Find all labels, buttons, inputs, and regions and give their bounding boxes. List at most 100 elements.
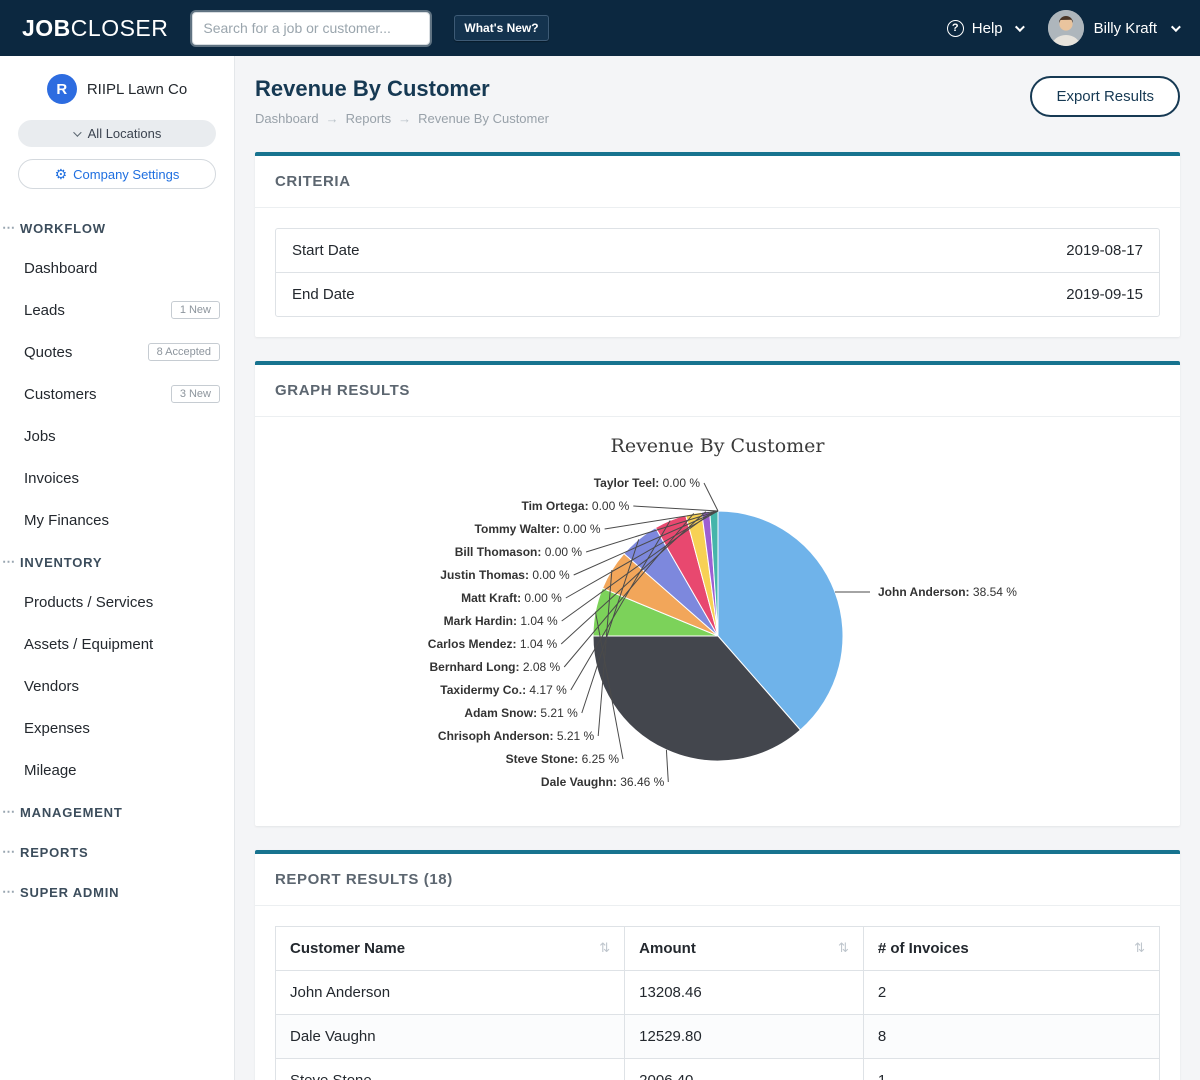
sidebar-item-my-finances[interactable]: My Finances [0, 499, 234, 541]
sidebar-item-label: Dashboard [24, 260, 97, 277]
sidebar-nav: ⋯WORKFLOW Dashboard Leads 1 New Quotes8 Acce… [0, 207, 234, 911]
user-menu[interactable]: Billy Kraft [1048, 10, 1178, 46]
report-heading: REPORT RESULTS (18) [255, 854, 1180, 906]
sort-icon: ⇅ [1134, 940, 1145, 956]
pie-label-steve-stone: Steve Stone: 6.25 % [506, 752, 620, 766]
sidebar-item-badge: 1 New [171, 301, 220, 319]
help-menu[interactable]: ? Help [947, 20, 1022, 37]
location-selector-label: All Locations [88, 126, 162, 141]
sidebar-section-label: REPORTS [20, 845, 88, 860]
graph-heading: GRAPH RESULTS [255, 365, 1180, 417]
table-body: John Anderson13208.462Dale Vaughn12529.8… [276, 971, 1160, 1080]
table-cell: 8 [863, 1015, 1159, 1059]
app-logo-bold: JOB [22, 15, 71, 41]
search-input[interactable] [192, 12, 430, 45]
company-header: R RIIPL Lawn Co [0, 74, 234, 120]
sidebar-section-label: SUPER ADMIN [20, 885, 119, 900]
pie-label-dale-vaughn: Dale Vaughn: 36.46 % [541, 775, 665, 789]
column-header-label: Customer Name [290, 940, 405, 957]
table-row-dale-vaughn[interactable]: Dale Vaughn12529.808 [276, 1015, 1160, 1059]
table-cell: Steve Stone [276, 1059, 625, 1080]
sidebar-item-invoices[interactable]: Invoices [0, 457, 234, 499]
main-content: Revenue By Customer Dashboard→Reports→Re… [235, 56, 1200, 1080]
sidebar-item-label: Mileage [24, 762, 77, 779]
sidebar-section-header: ⋯ REPORTS [0, 831, 234, 871]
avatar-photo [1048, 10, 1084, 46]
app-logo[interactable]: JOBCLOSER [22, 15, 168, 42]
criteria-value: 2019-09-15 [1066, 286, 1143, 303]
sidebar-item-quotes[interactable]: Quotes8 Accepted [0, 331, 234, 373]
sidebar-item-assets-equipment[interactable]: Assets / Equipment [0, 623, 234, 665]
pie-label-tommy-walter: Tommy Walter: 0.00 % [475, 522, 601, 536]
sidebar-section-reports: ⋯ REPORTS [0, 831, 234, 871]
company-name: RIIPL Lawn Co [87, 81, 187, 98]
criteria-label: Start Date [292, 242, 360, 259]
sidebar-item-label: Assets / Equipment [24, 636, 153, 653]
sidebar-item-customers[interactable]: Customers 3 New [0, 373, 234, 415]
sidebar-item-label: Customers [24, 386, 97, 403]
sidebar-section-header: ⋯WORKFLOW [0, 207, 234, 247]
criteria-row-start-date: Start Date2019-08-17 [276, 229, 1159, 272]
sidebar-item-label: Jobs [24, 428, 56, 445]
graph-card: GRAPH RESULTS Revenue By Customer Taylor… [255, 361, 1180, 826]
sidebar-item-label: Products / Services [24, 594, 153, 611]
sidebar-item-products-services[interactable]: Products / Services [0, 581, 234, 623]
sidebar-item-label: Invoices [24, 470, 79, 487]
column-header-amount[interactable]: Amount⇅ [625, 927, 864, 971]
sidebar-item-badge: 3 New [171, 385, 220, 403]
criteria-card: CRITERIA Start Date2019-08-17End Date201… [255, 152, 1180, 337]
section-dashes-icon: ⋯ [2, 220, 14, 236]
sidebar-item-expenses[interactable]: Expenses [0, 707, 234, 749]
app-logo-light: CLOSER [71, 15, 169, 41]
column-header-of-invoices[interactable]: # of Invoices ⇅ [863, 927, 1159, 971]
chevron-down-icon [73, 128, 81, 136]
sidebar-section-header: ⋯INVENTORY [0, 541, 234, 581]
breadcrumb: Dashboard→Reports→Revenue By Customer [255, 111, 549, 126]
column-header-label: # of Invoices [878, 940, 969, 957]
pie-callout-line-tim-ortega [633, 506, 718, 511]
sidebar-item-label: Leads [24, 302, 65, 319]
breadcrumb-item-dashboard[interactable]: Dashboard [255, 111, 319, 126]
sidebar-section-super-admin: ⋯SUPER ADMIN [0, 871, 234, 911]
table-row-john-anderson[interactable]: John Anderson13208.462 [276, 971, 1160, 1015]
pie-label-tim-ortega: Tim Ortega: 0.00 % [521, 499, 629, 513]
pie-label-matt-kraft: Matt Kraft: 0.00 % [461, 591, 562, 605]
section-dashes-icon: ⋯ [2, 844, 14, 860]
pie-label-taxidermy-co: Taxidermy Co.: 4.17 % [440, 683, 567, 697]
report-table: Customer Name⇅Amount⇅# of Invoices⇅ John… [275, 926, 1160, 1080]
breadcrumb-item-reports[interactable]: Reports [346, 111, 392, 126]
table-row-steve-stone[interactable]: Steve Stone2006.401 [276, 1059, 1160, 1080]
sidebar-item-badge: 8 Accepted [148, 343, 220, 361]
help-icon: ? [947, 20, 964, 37]
pie-callout-line-dale-vaughn [666, 750, 668, 782]
pie-label-john-anderson: John Anderson: 38.54 % [878, 585, 1017, 599]
pie-label-adam-snow: Adam Snow: 5.21 % [464, 706, 578, 720]
breadcrumb-arrow-icon: → [326, 111, 339, 126]
pie-chart: Taylor Teel: 0.00 %Tim Ortega: 0.00 %Tom… [275, 461, 1160, 806]
table-cell: 1 [863, 1059, 1159, 1080]
pie-callout-line-taylor-teel [704, 483, 718, 511]
criteria-row-end-date: End Date2019-09-15 [276, 272, 1159, 316]
table-cell: 2 [863, 971, 1159, 1015]
pie-label-mark-hardin: Mark Hardin: 1.04 % [444, 614, 558, 628]
table-header-row: Customer Name⇅Amount⇅# of Invoices⇅ [276, 927, 1160, 971]
export-results-button[interactable]: Export Results [1030, 76, 1180, 117]
chart-title: Revenue By Customer [275, 435, 1160, 457]
section-dashes-icon: ⋯ [2, 554, 14, 570]
chevron-down-icon [1015, 22, 1025, 32]
location-selector[interactable]: All Locations [18, 120, 216, 147]
sidebar-item-vendors[interactable]: Vendors [0, 665, 234, 707]
sidebar-item-mileage[interactable]: Mileage [0, 749, 234, 791]
sidebar-item-jobs[interactable]: Jobs [0, 415, 234, 457]
company-settings-button[interactable]: ⚙ Company Settings [18, 159, 216, 189]
sort-icon: ⇅ [838, 940, 849, 956]
whats-new-button[interactable]: What's New? [454, 15, 548, 41]
sidebar-section-workflow: ⋯WORKFLOW Dashboard Leads 1 New Quotes8 Acce… [0, 207, 234, 541]
sidebar-item-leads[interactable]: Leads 1 New [0, 289, 234, 331]
column-header-customer-name[interactable]: Customer Name ⇅ [276, 927, 625, 971]
sidebar-item-dashboard[interactable]: Dashboard [0, 247, 234, 289]
top-navbar: JOBCLOSER What's New? ? Help Billy Kraft [0, 0, 1200, 56]
sidebar-item-label: Expenses [24, 720, 90, 737]
sidebar-section-inventory: ⋯INVENTORY Products / Services Assets / Eq… [0, 541, 234, 791]
sort-icon: ⇅ [599, 940, 610, 956]
